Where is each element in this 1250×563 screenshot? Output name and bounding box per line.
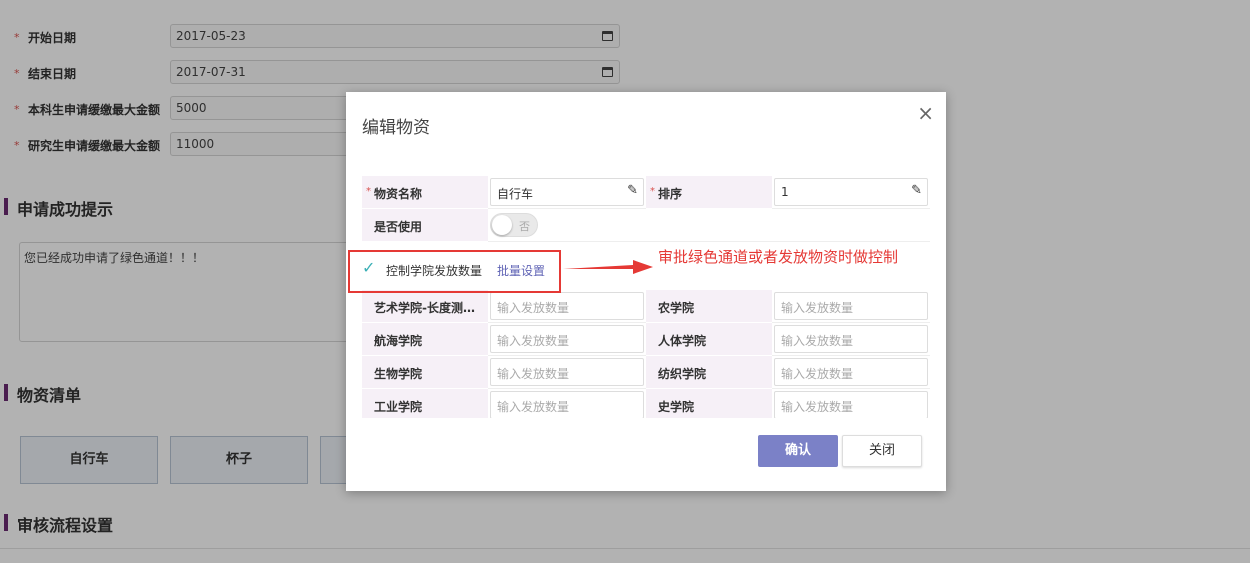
goods-info-table: * 物资名称 自行车 ✎ * 排序 1 ✎ 是否使用 否 <box>362 176 930 242</box>
toggle-text: 否 <box>519 220 530 233</box>
college-label-cell: 史学院 <box>646 389 772 418</box>
college-quantity-table: 艺术学院-长度测… 输入发放数量 农学院 输入发放数量 航海学院 输入发放数量 … <box>362 290 930 418</box>
order-label-cell: * 排序 <box>646 176 772 209</box>
college-quantity-input[interactable]: 输入发放数量 <box>490 325 644 353</box>
annotation-note: 审批绿色通道或者发放物资时做控制 <box>658 248 899 266</box>
college-quantity-input[interactable]: 输入发放数量 <box>774 391 928 418</box>
college-quantity-input[interactable]: 输入发放数量 <box>490 391 644 418</box>
close-icon[interactable]: × <box>917 101 934 125</box>
college-name: 生物学院 <box>374 367 423 381</box>
required-mark: * <box>366 186 371 197</box>
modal-title: 编辑物资 <box>362 118 430 138</box>
college-name: 纺织学院 <box>658 367 707 381</box>
college-name: 航海学院 <box>374 334 423 348</box>
goods-name-label-cell: * 物资名称 <box>362 176 488 209</box>
college-quantity-cell: 输入发放数量 <box>488 389 646 418</box>
college-label-cell: 航海学院 <box>362 323 488 356</box>
college-label-cell: 工业学院 <box>362 389 488 418</box>
college-quantity-input[interactable]: 输入发放数量 <box>490 292 644 320</box>
college-label-cell: 农学院 <box>646 290 772 323</box>
order-cell: 1 ✎ <box>772 176 930 209</box>
college-label-cell: 纺织学院 <box>646 356 772 389</box>
close-button[interactable]: 关闭 <box>842 435 922 467</box>
order-input[interactable]: 1 <box>774 178 928 206</box>
order-label: 排序 <box>658 187 683 201</box>
enabled-cell: 否 <box>488 209 930 242</box>
college-quantity-input[interactable]: 输入发放数量 <box>774 292 928 320</box>
college-name: 史学院 <box>658 400 695 414</box>
college-label-cell: 人体学院 <box>646 323 772 356</box>
pencil-icon[interactable]: ✎ <box>911 183 922 198</box>
college-label-cell: 生物学院 <box>362 356 488 389</box>
college-quantity-input[interactable]: 输入发放数量 <box>774 325 928 353</box>
confirm-button[interactable]: 确认 <box>758 435 838 467</box>
college-quantity-cell: 输入发放数量 <box>772 290 930 323</box>
required-mark: * <box>650 186 655 197</box>
college-quantity-input[interactable]: 输入发放数量 <box>774 358 928 386</box>
college-quantity-cell: 输入发放数量 <box>488 323 646 356</box>
college-name: 工业学院 <box>374 400 423 414</box>
annotation-arrow <box>563 260 653 274</box>
college-name: 人体学院 <box>658 334 707 348</box>
enabled-toggle[interactable]: 否 <box>490 213 538 237</box>
college-quantity-cell: 输入发放数量 <box>488 290 646 323</box>
enabled-label-cell: 是否使用 <box>362 209 488 242</box>
college-quantity-cell: 输入发放数量 <box>772 323 930 356</box>
college-quantity-cell: 输入发放数量 <box>488 356 646 389</box>
toggle-knob <box>492 215 512 235</box>
college-name: 农学院 <box>658 301 695 315</box>
arrow-shape <box>563 260 653 274</box>
annotation-highlight-box <box>348 250 561 293</box>
enabled-label: 是否使用 <box>374 220 423 234</box>
goods-name-cell: 自行车 ✎ <box>488 176 646 209</box>
college-quantity-input[interactable]: 输入发放数量 <box>490 358 644 386</box>
college-name: 艺术学院-长度测… <box>374 301 475 315</box>
goods-name-label: 物资名称 <box>374 187 423 201</box>
college-label-cell: 艺术学院-长度测… <box>362 290 488 323</box>
goods-name-input[interactable]: 自行车 <box>490 178 644 206</box>
college-quantity-cell: 输入发放数量 <box>772 389 930 418</box>
pencil-icon[interactable]: ✎ <box>627 183 638 198</box>
college-quantity-cell: 输入发放数量 <box>772 356 930 389</box>
